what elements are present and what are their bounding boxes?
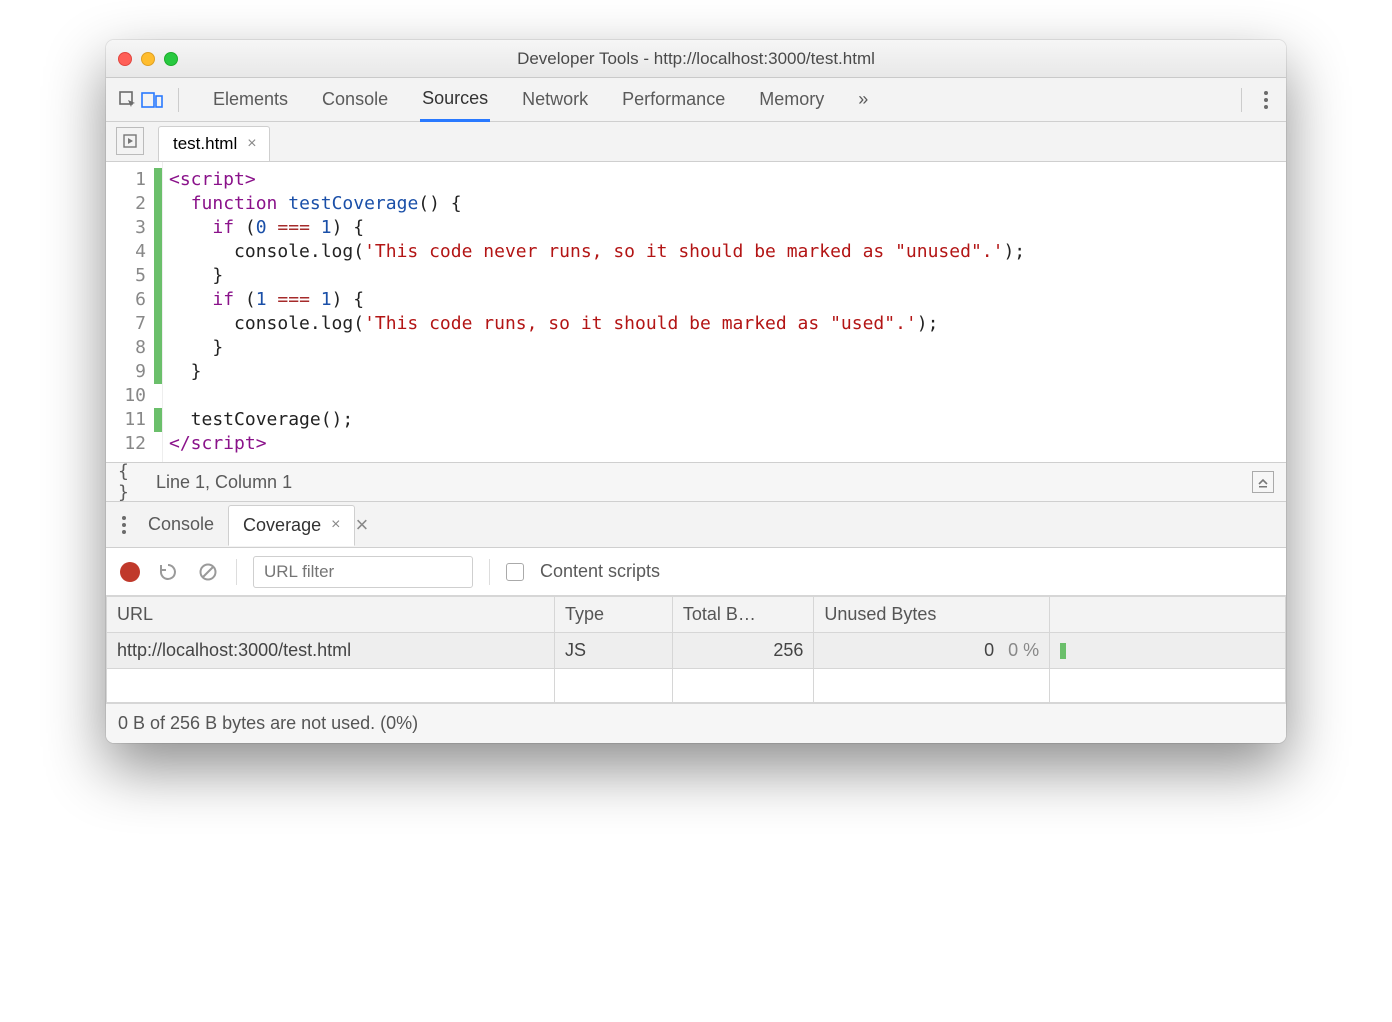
close-icon[interactable]: × — [331, 516, 340, 534]
tab-elements[interactable]: Elements — [211, 79, 290, 120]
content-scripts-checkbox[interactable] — [506, 563, 524, 581]
cell-usage-bar — [1050, 633, 1286, 669]
col-bar — [1050, 597, 1286, 633]
record-button[interactable] — [120, 562, 140, 582]
cell-type: JS — [555, 633, 673, 669]
tab-memory[interactable]: Memory — [757, 79, 826, 120]
editor-statusbar: { } Line 1, Column 1 — [106, 462, 1286, 502]
window-controls — [118, 52, 178, 66]
close-window-button[interactable] — [118, 52, 132, 66]
tab-performance[interactable]: Performance — [620, 79, 727, 120]
tab-sources[interactable]: Sources — [420, 78, 490, 122]
cell-total: 256 — [672, 633, 813, 669]
cell-unused: 00 % — [814, 633, 1050, 669]
col-unused[interactable]: Unused Bytes — [814, 597, 1050, 633]
drawer-tab-coverage-label: Coverage — [243, 515, 321, 536]
clear-icon[interactable] — [196, 560, 220, 584]
file-tab-label: test.html — [173, 134, 237, 154]
file-tabs-bar: test.html × — [106, 122, 1286, 162]
close-icon[interactable]: × — [247, 135, 256, 153]
cursor-position: Line 1, Column 1 — [156, 472, 292, 493]
drawer-tabs: Console Coverage × × — [106, 502, 1286, 548]
drawer-tab-coverage[interactable]: Coverage × — [228, 505, 355, 546]
col-type[interactable]: Type — [555, 597, 673, 633]
tab-console[interactable]: Console — [320, 79, 390, 120]
close-drawer-icon[interactable]: × — [355, 512, 368, 538]
line-gutter: 123456789101112 — [106, 162, 163, 462]
drawer-menu-icon[interactable] — [114, 516, 134, 534]
devtools-window: Developer Tools - http://localhost:3000/… — [106, 40, 1286, 743]
tab-more[interactable]: » — [856, 79, 870, 120]
drawer-tab-console[interactable]: Console — [134, 505, 228, 544]
coverage-toolbar: Content scripts — [106, 548, 1286, 596]
usage-bar-icon — [1060, 643, 1066, 659]
pretty-print-icon[interactable]: { } — [118, 470, 142, 494]
coverage-summary: 0 B of 256 B bytes are not used. (0%) — [106, 703, 1286, 743]
tab-network[interactable]: Network — [520, 79, 590, 120]
content-scripts-label: Content scripts — [540, 561, 660, 582]
reload-icon[interactable] — [156, 560, 180, 584]
url-filter-input[interactable] — [253, 556, 473, 588]
navigator-toggle-icon[interactable] — [116, 127, 144, 155]
main-toolbar: Elements Console Sources Network Perform… — [106, 78, 1286, 122]
inspect-element-icon[interactable] — [116, 88, 140, 112]
device-toolbar-icon[interactable] — [140, 88, 164, 112]
cell-url: http://localhost:3000/test.html — [107, 633, 555, 669]
table-header-row: URL Type Total B… Unused Bytes — [107, 597, 1286, 633]
source-editor[interactable]: 123456789101112 <script> function testCo… — [106, 162, 1286, 462]
table-row — [107, 669, 1286, 703]
panel-tabs: Elements Console Sources Network Perform… — [211, 78, 870, 122]
table-row[interactable]: http://localhost:3000/test.html JS 256 0… — [107, 633, 1286, 669]
col-url[interactable]: URL — [107, 597, 555, 633]
code-content[interactable]: <script> function testCoverage() { if (0… — [163, 162, 1286, 462]
file-tab-test-html[interactable]: test.html × — [158, 126, 270, 161]
window-title: Developer Tools - http://localhost:3000/… — [106, 49, 1286, 69]
titlebar: Developer Tools - http://localhost:3000/… — [106, 40, 1286, 78]
coverage-table: URL Type Total B… Unused Bytes http://lo… — [106, 596, 1286, 703]
settings-menu-icon[interactable] — [1256, 91, 1276, 109]
col-total[interactable]: Total B… — [672, 597, 813, 633]
zoom-window-button[interactable] — [164, 52, 178, 66]
collapse-drawer-icon[interactable] — [1252, 471, 1274, 493]
minimize-window-button[interactable] — [141, 52, 155, 66]
